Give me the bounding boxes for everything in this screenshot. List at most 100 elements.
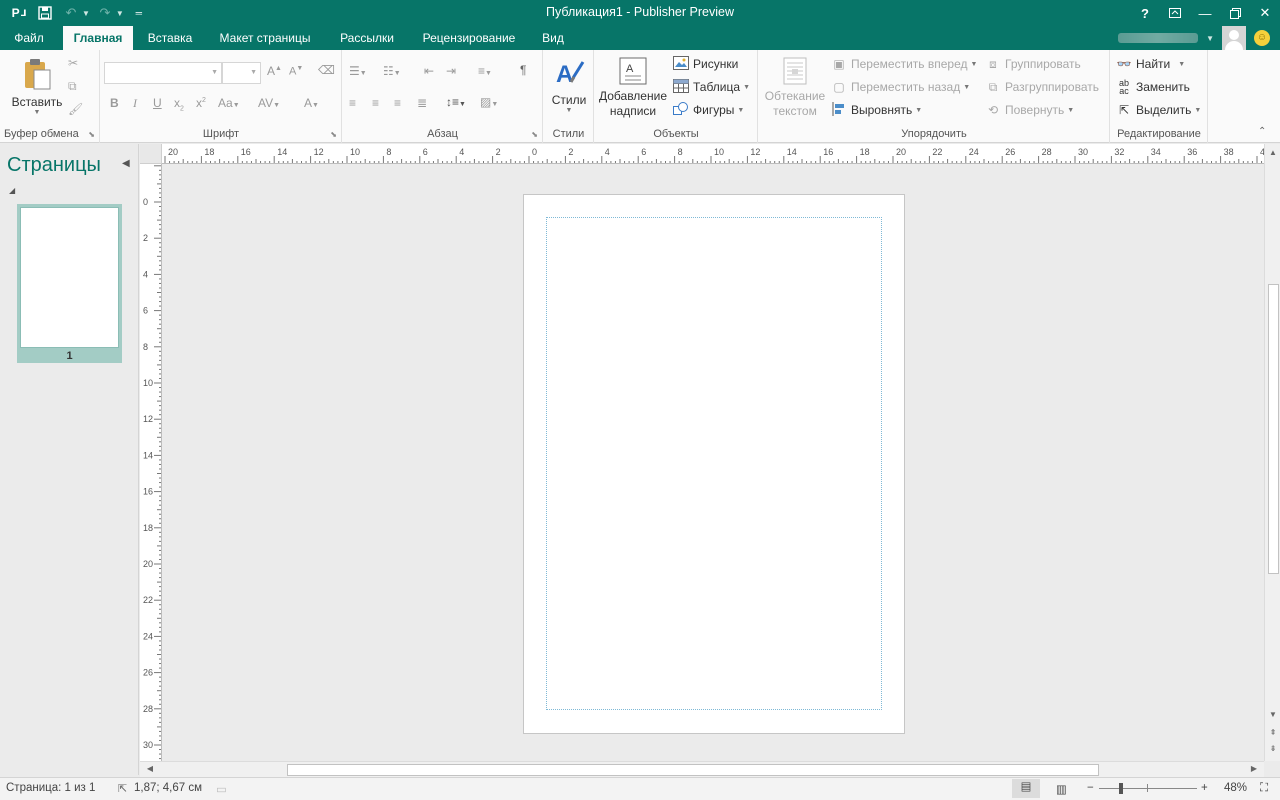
table-dropdown-icon[interactable]: ▼ (743, 84, 750, 91)
font-name-combo[interactable]: ▼ (104, 62, 222, 84)
increase-indent-icon[interactable]: ⇥ (446, 64, 456, 78)
fit-page-icon[interactable]: ⛶ (1260, 782, 1268, 795)
pictures-button[interactable]: Рисунки (673, 56, 738, 72)
replace-button[interactable]: ab ac Заменить (1116, 79, 1190, 96)
tab-review[interactable]: Рецензирование (412, 26, 526, 50)
shrink-font-icon[interactable]: A▼ (289, 65, 303, 78)
horizontal-scrollbar[interactable]: ◀ ▶ (140, 761, 1264, 777)
clipboard-launcher-icon[interactable]: ⬊ (88, 130, 95, 139)
italic-icon[interactable]: I (133, 96, 137, 111)
select-dropdown-icon[interactable]: ▼ (1194, 107, 1201, 114)
horizontal-scroll-thumb[interactable] (287, 764, 1099, 776)
expand-section-icon[interactable]: ◢ (9, 186, 15, 195)
zoom-out-icon[interactable]: − (1087, 782, 1094, 794)
undo-dropdown-icon[interactable]: ▼ (82, 9, 90, 18)
publisher-app-icon[interactable]: P ⅃ (8, 3, 30, 23)
shapes-dropdown-icon[interactable]: ▼ (737, 107, 744, 114)
scroll-left-icon[interactable]: ◀ (142, 764, 158, 773)
show-paragraph-marks-icon[interactable]: ¶ (520, 63, 526, 77)
vertical-scroll-thumb[interactable] (1268, 284, 1279, 574)
copy-icon[interactable]: ⧉ (68, 79, 77, 94)
customize-qat-icon[interactable]: ═ (128, 3, 150, 23)
character-spacing-icon[interactable]: AV▼ (258, 96, 280, 110)
scroll-right-icon[interactable]: ▶ (1246, 764, 1262, 773)
align-right-icon[interactable]: ≡ (394, 96, 401, 110)
clear-formatting-icon[interactable]: ⌫ (318, 63, 335, 77)
ungroup-button[interactable]: ⧉ Разгруппировать (985, 79, 1099, 95)
rotate-dropdown-icon[interactable]: ▼ (1067, 107, 1074, 114)
tab-insert[interactable]: Вставка (136, 26, 204, 50)
previous-page-icon[interactable]: ⇞ (1265, 728, 1280, 737)
bring-forward-dropdown-icon[interactable]: ▼ (970, 61, 977, 68)
font-size-combo[interactable]: ▼ (222, 62, 261, 84)
collapse-ribbon-icon[interactable]: ⌃ (1258, 126, 1266, 137)
tab-mailings[interactable]: Рассылки (328, 26, 406, 50)
draw-text-box-button[interactable]: A Добавление надписи (598, 56, 668, 119)
ribbon-display-options-icon[interactable] (1160, 0, 1190, 26)
vertical-scrollbar[interactable]: ▲ ▼ ⇞ ⇟ (1264, 144, 1280, 761)
shapes-button[interactable]: Фигуры ▼ (673, 102, 744, 118)
find-button[interactable]: 👓 Найти ▼ (1116, 56, 1186, 72)
send-backward-dropdown-icon[interactable]: ▼ (963, 84, 970, 91)
font-name-dropdown-icon[interactable]: ▼ (211, 69, 218, 76)
styles-dropdown-icon[interactable]: ▼ (547, 107, 591, 114)
subscript-icon[interactable]: x2 (174, 96, 184, 112)
align-dropdown-icon[interactable]: ▼ (915, 107, 922, 114)
feedback-smiley-icon[interactable]: ☺ (1254, 30, 1270, 46)
zoom-slider-thumb[interactable] (1119, 783, 1123, 794)
redo-icon[interactable]: ↷ (94, 3, 116, 23)
find-dropdown-icon[interactable]: ▼ (1178, 61, 1185, 68)
scroll-up-icon[interactable]: ▲ (1265, 148, 1280, 157)
bold-icon[interactable]: B (110, 96, 119, 110)
paragraph-launcher-icon[interactable]: ⬊ (531, 130, 538, 139)
horizontal-ruler[interactable]: 20 18 16 14 12 10 8 6 4 2 0 2 4 6 8 10 12 14 16 18 20 22 24 26 2… (162, 144, 1264, 164)
ruler-corner[interactable] (140, 144, 162, 164)
restore-icon[interactable] (1220, 0, 1250, 26)
superscript-icon[interactable]: x2 (196, 96, 206, 110)
account-dropdown-icon[interactable]: ▼ (1206, 34, 1214, 43)
justify-icon[interactable]: ≣ (417, 96, 427, 110)
two-page-view-icon[interactable]: ▥ (1056, 782, 1067, 796)
tab-view[interactable]: Вид (532, 26, 574, 50)
cut-icon[interactable]: ✂ (68, 56, 78, 70)
shading-icon[interactable]: ▨▼ (480, 95, 498, 109)
undo-icon[interactable]: ↶ (60, 3, 82, 23)
align-left-icon[interactable]: ≡ (349, 96, 356, 110)
underline-icon[interactable]: U (153, 96, 162, 110)
align-button[interactable]: Выровнять ▼ (831, 102, 922, 118)
decrease-indent-icon[interactable]: ⇤ (424, 64, 434, 78)
styles-button[interactable]: A Стили ▼ (547, 56, 591, 114)
publication-page[interactable] (523, 194, 905, 734)
table-button[interactable]: Таблица ▼ (673, 79, 750, 95)
bring-forward-button[interactable]: ▣ Переместить вперед ▼ (831, 56, 977, 72)
account-area[interactable]: ▼ ☺ (1118, 26, 1270, 50)
tab-file[interactable]: Файл (0, 26, 58, 50)
change-case-icon[interactable]: Aa▼ (218, 96, 240, 110)
font-size-dropdown-icon[interactable]: ▼ (250, 69, 257, 76)
next-page-icon[interactable]: ⇟ (1265, 744, 1280, 753)
send-backward-button[interactable]: ▢ Переместить назад ▼ (831, 79, 970, 95)
zoom-in-icon[interactable]: + (1201, 782, 1208, 794)
line-spacing-icon[interactable]: ↕≡▼ (446, 95, 466, 109)
rotate-button[interactable]: ⟲ Повернуть ▼ (985, 102, 1074, 118)
help-button[interactable]: ? (1130, 0, 1160, 26)
tab-home[interactable]: Главная (63, 26, 133, 50)
scroll-down-icon[interactable]: ▼ (1265, 710, 1280, 719)
single-page-view-icon[interactable]: ▤ (1012, 779, 1040, 798)
wrap-text-button[interactable]: Обтекание текстом (762, 56, 828, 119)
close-icon[interactable]: ✕ (1250, 0, 1280, 26)
paste-dropdown-icon[interactable]: ▼ (6, 109, 68, 116)
tab-page-design[interactable]: Макет страницы (208, 26, 322, 50)
group-button[interactable]: ⧈ Группировать (985, 56, 1081, 72)
font-color-icon[interactable]: A▼ (304, 96, 319, 110)
zoom-slider[interactable] (1099, 788, 1197, 789)
vertical-ruler[interactable]: 0 2 4 6 8 10 12 14 16 18 20 22 24 26 28 30 (140, 164, 162, 761)
grow-font-icon[interactable]: A▲ (267, 64, 282, 78)
save-icon[interactable] (34, 3, 56, 23)
paste-button[interactable]: Вставить ▼ (6, 56, 68, 116)
zoom-level[interactable]: 48% (1224, 782, 1247, 794)
font-launcher-icon[interactable]: ⬊ (330, 130, 337, 139)
numbering-icon[interactable]: ☷▼ (383, 64, 401, 78)
collapse-pane-icon[interactable]: ◀ (122, 158, 130, 169)
select-button[interactable]: ⇱ Выделить ▼ (1116, 102, 1201, 118)
